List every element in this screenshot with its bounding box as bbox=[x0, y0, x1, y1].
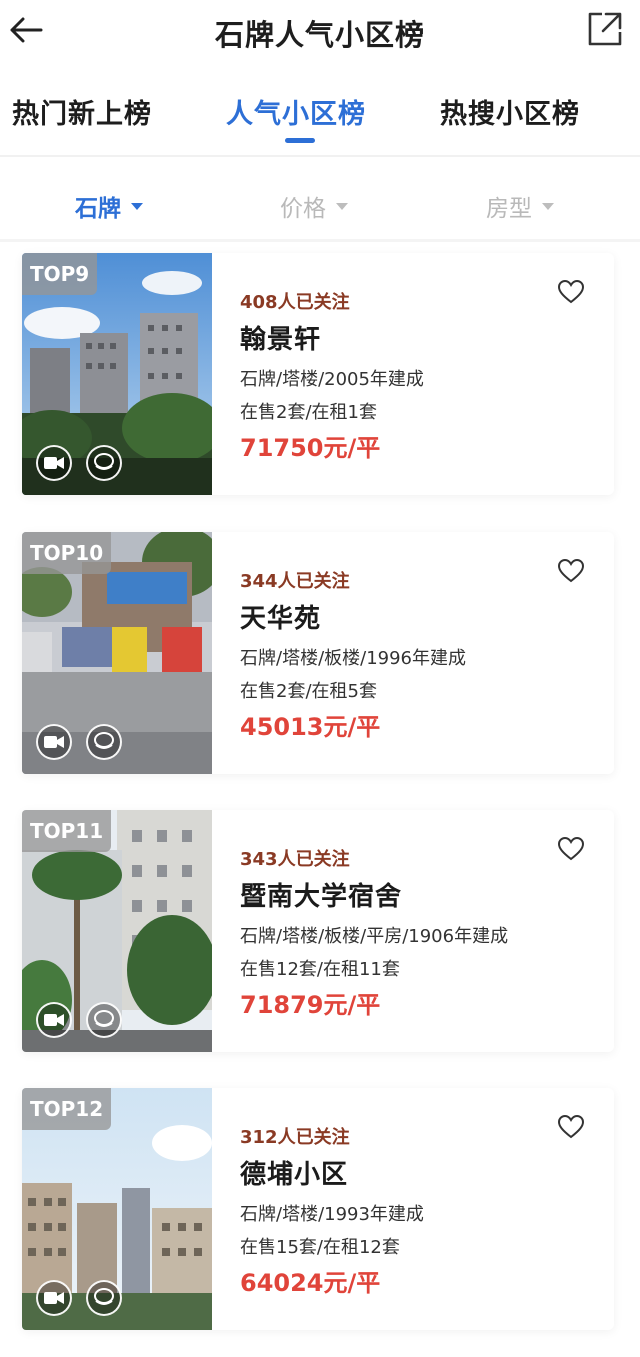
heart-icon bbox=[558, 280, 584, 304]
video-button[interactable] bbox=[36, 445, 72, 481]
community-name[interactable]: 暨南大学宿舍 bbox=[240, 876, 402, 913]
availability-text: 在售12套/在租11套 bbox=[240, 959, 400, 980]
filter-label: 石牌 bbox=[75, 196, 121, 222]
followers-count: 312人已关注 bbox=[240, 1127, 350, 1148]
community-name[interactable]: 天华苑 bbox=[240, 598, 321, 635]
community-card[interactable]: TOP9 408人已关注 翰景轩 石牌/塔楼/2005年建成 在售2套/在租1套… bbox=[22, 253, 614, 495]
filter-bar: 石牌 价格 房型 bbox=[0, 157, 640, 239]
page-title: 石牌人气小区榜 bbox=[214, 18, 425, 52]
tab-hot-new[interactable]: 热门新上榜 bbox=[12, 92, 152, 131]
tab-popular[interactable]: 人气小区榜 bbox=[226, 92, 366, 131]
community-meta: 石牌/塔楼/板楼/1996年建成 bbox=[240, 648, 467, 669]
divider bbox=[0, 239, 640, 242]
followers-count: 343人已关注 bbox=[240, 849, 350, 870]
vr-tour-icon bbox=[94, 1010, 114, 1027]
community-name[interactable]: 翰景轩 bbox=[240, 319, 321, 356]
video-button[interactable] bbox=[36, 724, 72, 760]
filter-label: 价格 bbox=[280, 196, 326, 222]
video-camera-icon bbox=[44, 1014, 64, 1026]
community-info: 343人已关注 暨南大学宿舍 石牌/塔楼/板楼/平房/1906年建成 在售12套… bbox=[240, 810, 610, 1052]
community-info: 408人已关注 翰景轩 石牌/塔楼/2005年建成 在售2套/在租1套 7175… bbox=[240, 253, 610, 495]
vr-tour-button[interactable] bbox=[86, 445, 122, 481]
community-info: 344人已关注 天华苑 石牌/塔楼/板楼/1996年建成 在售2套/在租5套 4… bbox=[240, 532, 610, 774]
community-photo[interactable]: TOP12 bbox=[22, 1088, 212, 1330]
followers-count: 408人已关注 bbox=[240, 292, 350, 313]
rank-badge: TOP9 bbox=[22, 253, 98, 295]
video-camera-icon bbox=[44, 457, 64, 469]
filter-price-dropdown[interactable]: 价格 bbox=[280, 189, 348, 223]
community-card[interactable]: TOP10 344人已关注 天华苑 石牌/塔楼/板楼/1996年建成 在售2套/… bbox=[22, 532, 614, 774]
rank-badge: TOP10 bbox=[22, 532, 112, 574]
share-button[interactable] bbox=[584, 8, 626, 50]
follow-button[interactable] bbox=[556, 556, 586, 586]
video-button[interactable] bbox=[36, 1002, 72, 1038]
vr-tour-icon bbox=[94, 732, 114, 749]
vr-tour-button[interactable] bbox=[86, 1280, 122, 1316]
availability-text: 在售2套/在租1套 bbox=[240, 402, 377, 423]
unit-price: 71750元/平 bbox=[240, 434, 381, 462]
unit-price: 71879元/平 bbox=[240, 991, 381, 1019]
community-card[interactable]: TOP11 343人已关注 暨南大学宿舍 石牌/塔楼/板楼/平房/1906年建成… bbox=[22, 810, 614, 1052]
followers-count: 344人已关注 bbox=[240, 571, 350, 592]
rank-badge: TOP11 bbox=[22, 810, 112, 852]
heart-icon bbox=[558, 837, 584, 861]
filter-area-dropdown[interactable]: 石牌 bbox=[75, 189, 143, 223]
community-name[interactable]: 德埔小区 bbox=[240, 1154, 348, 1191]
follow-button[interactable] bbox=[556, 834, 586, 864]
community-photo[interactable]: TOP10 bbox=[22, 532, 212, 774]
community-meta: 石牌/塔楼/1993年建成 bbox=[240, 1204, 424, 1225]
unit-price: 45013元/平 bbox=[240, 713, 381, 741]
community-card[interactable]: TOP12 312人已关注 德埔小区 石牌/塔楼/1993年建成 在售15套/在… bbox=[22, 1088, 614, 1330]
vr-tour-button[interactable] bbox=[86, 1002, 122, 1038]
tab-hot-search[interactable]: 热搜小区榜 bbox=[440, 92, 580, 131]
rank-badge: TOP12 bbox=[22, 1088, 112, 1130]
video-camera-icon bbox=[44, 736, 64, 748]
heart-icon bbox=[558, 1115, 584, 1139]
follow-button[interactable] bbox=[556, 277, 586, 307]
caret-down-icon bbox=[542, 202, 554, 210]
heart-icon bbox=[558, 559, 584, 583]
active-tab-indicator bbox=[285, 138, 315, 143]
community-info: 312人已关注 德埔小区 石牌/塔楼/1993年建成 在售15套/在租12套 6… bbox=[240, 1088, 610, 1330]
availability-text: 在售2套/在租5套 bbox=[240, 681, 377, 702]
availability-text: 在售15套/在租12套 bbox=[240, 1237, 400, 1258]
filter-label: 房型 bbox=[486, 196, 532, 222]
share-icon bbox=[588, 12, 622, 46]
ranking-tabs: 热门新上榜 人气小区榜 热搜小区榜 bbox=[0, 68, 640, 154]
filter-layout-dropdown[interactable]: 房型 bbox=[486, 189, 554, 223]
video-camera-icon bbox=[44, 1292, 64, 1304]
video-button[interactable] bbox=[36, 1280, 72, 1316]
vr-tour-icon bbox=[94, 1288, 114, 1305]
vr-tour-icon bbox=[94, 453, 114, 470]
caret-down-icon bbox=[131, 202, 143, 210]
caret-down-icon bbox=[336, 202, 348, 210]
top-bar: 石牌人气小区榜 bbox=[0, 0, 640, 68]
community-meta: 石牌/塔楼/2005年建成 bbox=[240, 369, 424, 390]
community-photo[interactable]: TOP9 bbox=[22, 253, 212, 495]
unit-price: 64024元/平 bbox=[240, 1269, 381, 1297]
community-meta: 石牌/塔楼/板楼/平房/1906年建成 bbox=[240, 926, 509, 947]
community-photo[interactable]: TOP11 bbox=[22, 810, 212, 1052]
follow-button[interactable] bbox=[556, 1112, 586, 1142]
vr-tour-button[interactable] bbox=[86, 724, 122, 760]
